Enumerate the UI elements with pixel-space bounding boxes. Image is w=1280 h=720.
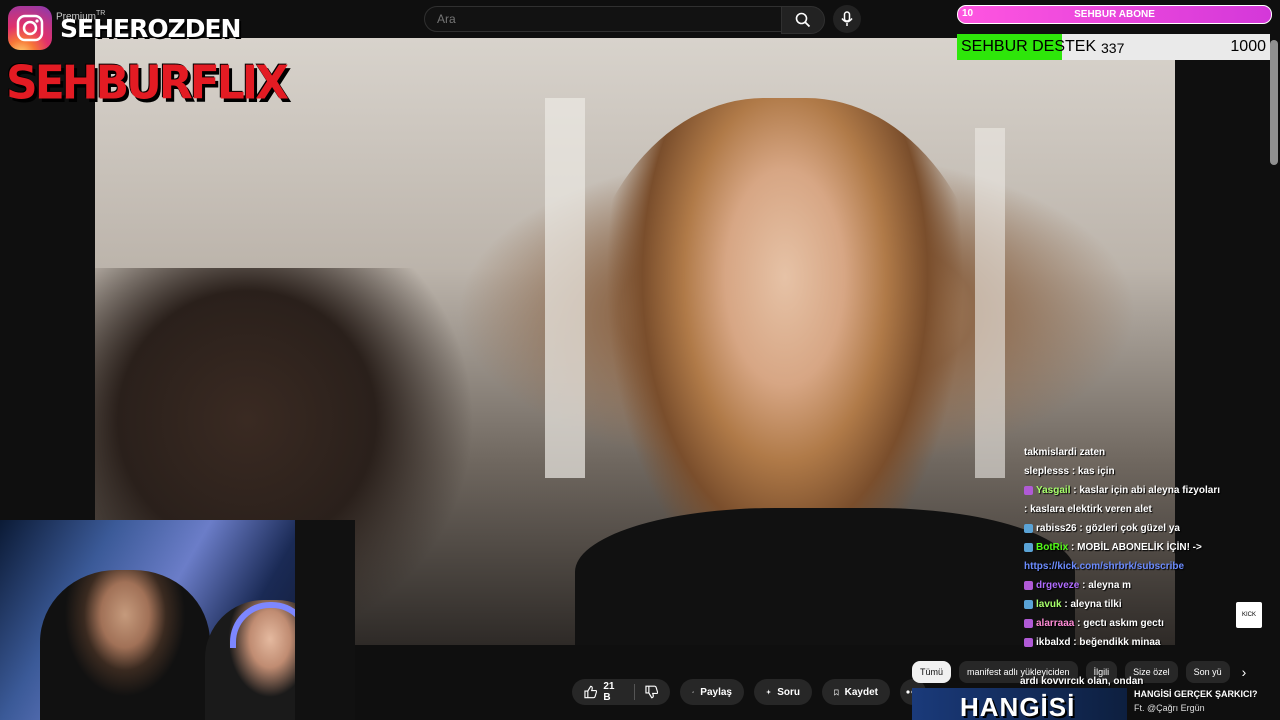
voice-search-button[interactable] [833, 5, 861, 33]
chat-username[interactable]: alarraaa [1036, 618, 1074, 629]
chat-message: sleplesss : kas için [1018, 465, 1258, 484]
sparkle-icon [766, 689, 772, 695]
chat-text: : kaslar için abi aleyna fizyoları [1073, 485, 1220, 496]
save-button[interactable]: Kaydet [822, 679, 890, 705]
chat-badge-icon [1024, 523, 1033, 533]
search-input[interactable] [435, 11, 759, 27]
chat-message: : kaslara elektirk veren alet [1018, 503, 1258, 522]
donation-target: 1000 [1230, 38, 1266, 55]
chevron-right-icon[interactable]: › [1234, 662, 1254, 682]
chat-text: : aleyna tilki [1064, 599, 1122, 610]
chat-message: BotRix : MOBİL ABONELİK İÇİN! -> [1018, 541, 1258, 560]
chat-text: : gözleri çok güzel ya [1079, 523, 1180, 534]
webcam-overlay [0, 520, 355, 720]
recommended-channel[interactable]: Ft. @Çağrı Ergün [1134, 703, 1205, 713]
recommended-video[interactable]: HANGİSİ HANGİSİ GERÇEK ŞARKICI? Ft. @Çağ… [912, 688, 1272, 720]
search-icon [795, 12, 811, 28]
chat-text: : kas için [1071, 466, 1115, 477]
chat-badge-icon [1024, 599, 1033, 609]
like-count: 21 B [603, 681, 615, 703]
chat-username[interactable]: ikbalxd [1036, 637, 1070, 648]
chat-username[interactable]: BotRix [1036, 542, 1068, 553]
donation-goal-label: SEHBUR DESTEK [961, 38, 1097, 55]
instagram-handle: SEHEROZDEN [60, 14, 241, 43]
video-actions: 21 B Paylaş Soru Kaydet [572, 679, 926, 705]
thumbs-up-icon [584, 685, 598, 699]
chat-text: : kaslara elektirk veren alet [1024, 504, 1152, 515]
thumbnail-text: HANGİSİ [960, 692, 1076, 720]
description-fragment: ardı kovvırcık olan, ondan [1020, 676, 1144, 687]
subscriber-goal-label: SEHBUR ABONE [1074, 9, 1155, 20]
recommended-thumbnail[interactable]: HANGİSİ [912, 688, 1127, 720]
channel-logo: SEHBURFLIX [6, 56, 289, 111]
chat-badge-icon [1024, 542, 1033, 552]
chat-message: ikbalxd : beğendikk minaa [1018, 636, 1258, 655]
share-label: Paylaş [700, 686, 732, 698]
chat-message: rabiss26 : gözleri çok güzel ya [1018, 522, 1258, 541]
chat-overlay: takmislardi zaten sleplesss : kas için Yas… [1018, 446, 1258, 692]
chat-message: takmislardi zaten [1018, 446, 1258, 465]
chat-badge-icon [1024, 637, 1033, 647]
bookmark-icon [834, 689, 839, 696]
like-dislike-group: 21 B [572, 679, 670, 705]
chat-text: : MOBİL ABONELİK İÇİN! -> [1071, 542, 1202, 553]
chat-badge-icon [1024, 618, 1033, 628]
search-box[interactable] [424, 6, 783, 32]
page-scrollbar[interactable] [1270, 40, 1278, 165]
chat-text: : gectı askım gectı [1077, 618, 1164, 629]
chat-text: : beğendikk minaa [1073, 637, 1161, 648]
chat-text: takmislardi zaten [1024, 447, 1106, 458]
divider [633, 684, 635, 700]
share-icon [692, 690, 695, 694]
filter-chip[interactable]: Son yü [1185, 661, 1230, 683]
kick-logo: KICK [1236, 602, 1262, 628]
webcam-wall [295, 520, 355, 720]
ask-button[interactable]: Soru [754, 679, 812, 705]
chat-link[interactable]: https://kick.com/shrbrk/subscribe [1024, 561, 1184, 572]
chat-username[interactable]: rabiss26 [1036, 523, 1077, 534]
chat-username[interactable]: Yasgail [1036, 485, 1070, 496]
filter-chip[interactable]: Tümü [912, 661, 952, 683]
chat-message: alarraaa : gectı askım gectı [1018, 617, 1258, 636]
share-button[interactable]: Paylaş [680, 679, 744, 705]
chat-badge-icon [1024, 485, 1033, 495]
ask-label: Soru [777, 686, 800, 698]
streamer-1 [40, 570, 210, 720]
chat-username[interactable]: drgeveze [1036, 580, 1079, 591]
chat-message: https://kick.com/shrbrk/subscribe [1018, 560, 1258, 579]
chat-message: lavuk : aleyna tilki [1018, 598, 1258, 617]
donation-current: 337 [1101, 40, 1125, 56]
recommended-title[interactable]: HANGİSİ GERÇEK ŞARKICI? [1134, 689, 1258, 699]
chat-text: : aleyna m [1082, 580, 1132, 591]
chat-username[interactable]: lavuk [1036, 599, 1062, 610]
save-label: Kaydet [844, 686, 878, 698]
microphone-icon [841, 11, 853, 26]
chat-badge-icon [1024, 580, 1033, 590]
donation-goal-bar: SEHBUR DESTEK 337 1000 [957, 34, 1270, 60]
chat-username[interactable]: sleplesss [1024, 466, 1069, 477]
like-button[interactable]: 21 B [584, 681, 624, 703]
chat-message: drgeveze : aleyna m [1018, 579, 1258, 598]
video-subject-shirt [575, 508, 1075, 645]
search-button[interactable] [781, 6, 825, 34]
subscriber-goal-bar: 10 SEHBUR ABONE [957, 5, 1272, 24]
chat-message: Yasgail : kaslar için abi aleyna fizyola… [1018, 484, 1258, 503]
instagram-icon [8, 6, 52, 50]
thumbs-down-icon[interactable] [644, 685, 658, 699]
